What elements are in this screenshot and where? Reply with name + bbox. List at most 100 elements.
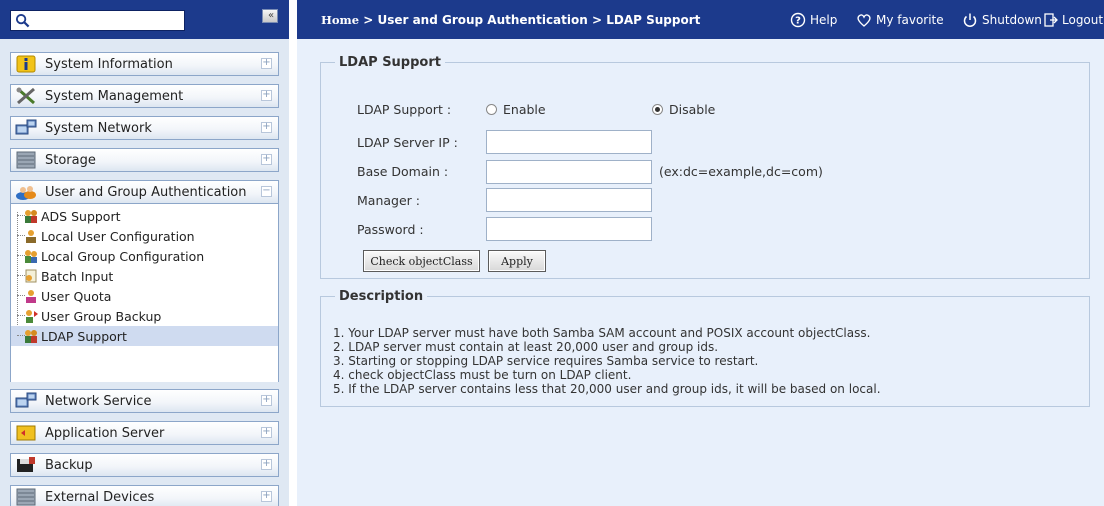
password-input[interactable] — [486, 217, 652, 241]
network-icon — [15, 119, 37, 135]
sidebar-item-label: User Group Backup — [41, 309, 162, 324]
menu-group-label: Storage — [45, 153, 96, 168]
sidebar-search-bar: « — [0, 0, 289, 39]
collapse-icon[interactable]: − — [261, 186, 272, 197]
radio-selected-icon — [652, 104, 663, 115]
heart-icon — [857, 14, 871, 27]
my-favorite-label: My favorite — [876, 13, 944, 27]
backup-icon — [17, 457, 35, 472]
description-line: 5. If the LDAP server contains less that… — [333, 382, 881, 396]
search-input[interactable] — [33, 12, 181, 29]
breadcrumb: Home > User and Group Authentication > L… — [321, 13, 700, 27]
sidebar-item-local-group-configuration[interactable]: Local Group Configuration — [11, 246, 278, 266]
sidebar-item-batch-input[interactable]: Batch Input — [11, 266, 278, 286]
base-domain-hint: (ex:dc=example,dc=com) — [659, 164, 823, 179]
menu-group-system-network[interactable]: System Network + — [10, 116, 279, 140]
ldap-support-panel: LDAP Support LDAP Support : Enable Disab… — [320, 55, 1090, 279]
base-domain-label: Base Domain : — [357, 164, 449, 179]
logout-label: Logout — [1062, 13, 1104, 27]
storage-icon — [16, 151, 36, 169]
ads-icon — [25, 210, 37, 223]
users-icon — [16, 186, 36, 200]
menu-group-storage[interactable]: Storage + — [10, 148, 279, 172]
local-group-icon — [25, 250, 37, 263]
my-favorite-link[interactable]: My favorite — [856, 11, 944, 29]
disable-radio[interactable]: Disable — [652, 102, 715, 117]
ldap-server-ip-input[interactable] — [486, 130, 652, 154]
menu-group-label: Backup — [45, 458, 93, 473]
sidebar-item-label: Local User Configuration — [41, 229, 195, 244]
left-panel: « System Information + System Management… — [0, 0, 289, 506]
help-link[interactable]: ? Help — [790, 11, 837, 29]
menu-group-user-and-group-authentication[interactable]: User and Group Authentication − — [10, 180, 279, 204]
help-label: Help — [810, 13, 838, 27]
sidebar-item-local-user-configuration[interactable]: Local User Configuration — [11, 226, 278, 246]
breadcrumb-separator: > — [359, 13, 378, 27]
menu-group-label: User and Group Authentication — [45, 185, 247, 200]
base-domain-input[interactable] — [486, 160, 652, 184]
shutdown-label: Shutdown — [982, 13, 1042, 27]
description-line: 3. Starting or stopping LDAP service req… — [333, 354, 759, 368]
description-panel: Description 1. Your LDAP server must hav… — [320, 289, 1090, 407]
ldap-support-label: LDAP Support : — [357, 102, 452, 117]
local-user-icon — [26, 230, 36, 243]
enable-radio[interactable]: Enable — [486, 102, 546, 117]
breadcrumb-home-link[interactable]: Home — [321, 13, 359, 27]
user-quota-icon — [26, 290, 36, 303]
external-devices-icon — [16, 488, 36, 506]
search-icon — [15, 13, 30, 28]
sidebar-item-label: Local Group Configuration — [41, 249, 205, 264]
expand-icon[interactable]: + — [261, 491, 272, 502]
sidebar-item-label: ADS Support — [41, 209, 121, 224]
menu-group-backup[interactable]: Backup + — [10, 453, 279, 477]
menu-group-system-management[interactable]: System Management + — [10, 84, 279, 108]
expand-icon[interactable]: + — [261, 395, 272, 406]
collapse-sidebar-button[interactable]: « — [262, 9, 278, 23]
menu-group-label: System Information — [45, 57, 173, 72]
apply-button[interactable]: Apply — [488, 250, 546, 272]
expand-icon[interactable]: + — [261, 154, 272, 165]
breadcrumb-section[interactable]: User and Group Authentication — [377, 13, 587, 27]
check-objectclass-button[interactable]: Check objectClass — [363, 250, 480, 272]
description-line: 1. Your LDAP server must have both Samba… — [333, 326, 871, 340]
sidebar-item-user-quota[interactable]: User Quota — [11, 286, 278, 306]
logout-icon — [1044, 13, 1058, 27]
menu-group-label: System Network — [45, 121, 152, 136]
breadcrumb-current: LDAP Support — [606, 13, 701, 27]
expand-icon[interactable]: + — [261, 90, 272, 101]
sidebar-item-ads-support[interactable]: ADS Support — [11, 206, 278, 226]
menu-group-label: Network Service — [45, 394, 152, 409]
expand-icon[interactable]: + — [261, 427, 272, 438]
menu-group-label: Application Server — [45, 426, 165, 441]
expand-icon[interactable]: + — [261, 459, 272, 470]
menu-group-external-devices[interactable]: External Devices + — [10, 485, 279, 506]
breadcrumb-separator: > — [587, 13, 607, 27]
sidebar-item-label: Batch Input — [41, 269, 114, 284]
expand-icon[interactable]: + — [261, 122, 272, 133]
ldap-icon — [25, 330, 37, 343]
batch-input-icon — [25, 269, 37, 283]
menu-group-network-service[interactable]: Network Service + — [10, 389, 279, 413]
help-icon: ? — [790, 12, 806, 28]
user-group-backup-icon — [26, 310, 38, 323]
tools-icon — [16, 87, 35, 105]
menu-group-application-server[interactable]: Application Server + — [10, 421, 279, 445]
manager-input[interactable] — [486, 188, 652, 212]
sidebar-item-user-group-backup[interactable]: User Group Backup — [11, 306, 278, 326]
menu-group-label: System Management — [45, 89, 184, 104]
logout-link[interactable]: Logout — [1042, 11, 1103, 29]
sidebar-item-ldap-support[interactable]: LDAP Support — [11, 326, 278, 346]
menu-group-system-information[interactable]: System Information + — [10, 52, 279, 76]
ldap-server-ip-label: LDAP Server IP : — [357, 135, 458, 150]
network-service-icon — [15, 392, 37, 408]
search-input-box[interactable] — [10, 10, 185, 31]
expand-icon[interactable]: + — [261, 58, 272, 69]
sidebar-item-label: LDAP Support — [41, 329, 127, 344]
ldap-support-legend: LDAP Support — [339, 55, 441, 70]
shutdown-link[interactable]: Shutdown — [962, 11, 1042, 29]
info-icon — [16, 55, 36, 73]
app-server-icon — [16, 425, 36, 441]
radio-circle-icon — [486, 104, 497, 115]
main-content: Home > User and Group Authentication > L… — [297, 0, 1104, 506]
manager-label: Manager : — [357, 193, 420, 208]
